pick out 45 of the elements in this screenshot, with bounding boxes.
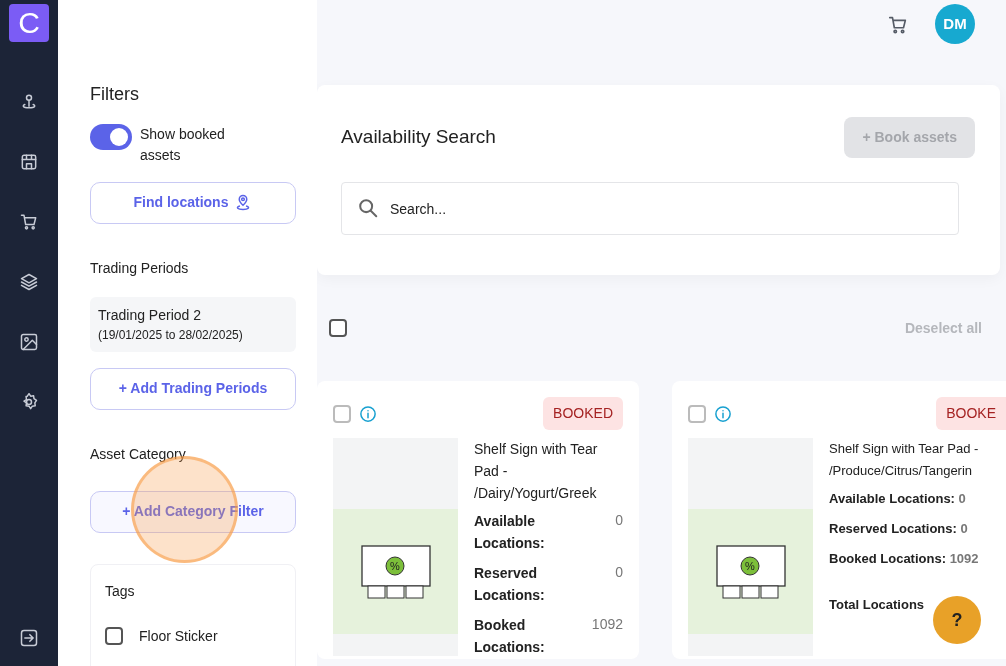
checkbox[interactable] <box>688 404 706 423</box>
stat-line: Total Locations <box>829 596 926 614</box>
stat-line: Booked Locations: 1092 <box>829 550 980 568</box>
app-logo[interactable]: C <box>9 4 49 42</box>
toggle-switch[interactable] <box>90 123 132 150</box>
section-heading: Asset Category <box>90 444 187 464</box>
image-icon[interactable] <box>19 332 39 352</box>
filters-heading: Filters <box>90 84 140 106</box>
trading-period-dates: (19/01/2025 to 28/02/2025) <box>98 326 244 344</box>
asset-name: Shelf Sign with Tear Pad - /Dairy/Yogurt/Greek <box>474 440 599 503</box>
info-icon[interactable] <box>714 404 732 423</box>
asset-name: Shelf Sign with Tear Pad - /Produce/Citrus/Tangerin <box>829 440 980 480</box>
layers-icon[interactable] <box>19 272 39 292</box>
stat-label: Booked Locations: <box>474 616 546 657</box>
section-heading: Trading Periods <box>90 258 190 278</box>
search-icon <box>357 197 379 219</box>
checkbox[interactable] <box>105 627 123 646</box>
tags-heading: Tags <box>105 581 136 601</box>
stat-value: 0 <box>615 511 623 530</box>
checkbox[interactable] <box>333 404 351 423</box>
cart-icon[interactable] <box>887 14 909 36</box>
toggle-label: Show booked assets <box>140 124 226 165</box>
trading-period-name: Trading Period 2 <box>98 305 202 325</box>
trading-period-card[interactable]: Trading Period 2 (19/01/2025 to 28/02/2025) <box>90 296 296 352</box>
stat-line: Reserved Locations: 0 <box>829 520 969 538</box>
find-locations-button[interactable]: Find locations <box>90 181 296 224</box>
stat-label: Reserved Locations: <box>474 564 546 605</box>
user-avatar[interactable]: DM <box>935 4 975 44</box>
panel-title: Availability Search <box>341 125 496 150</box>
search-field[interactable]: Search... <box>341 182 959 235</box>
status-tag: BOOKE <box>936 397 1006 430</box>
status-tag: BOOKED <box>543 397 623 430</box>
shelf-sign-drawing: % <box>714 543 787 600</box>
cart-icon[interactable] <box>19 212 39 232</box>
shelf-sign-drawing: % <box>359 543 432 600</box>
stat-line: Available Locations: 0 <box>829 490 967 508</box>
select-all-checkbox[interactable] <box>329 319 347 337</box>
tag-label: Floor Sticker <box>139 626 218 646</box>
logout-icon[interactable] <box>19 628 39 648</box>
add-trading-periods-button[interactable]: + Add Trading Periods <box>90 367 296 410</box>
stat-value: 1092 <box>591 615 623 634</box>
stat-value: 0 <box>615 563 623 582</box>
info-icon[interactable] <box>359 404 377 423</box>
stat-label: Available Locations: <box>474 512 546 553</box>
store-icon[interactable] <box>19 152 39 172</box>
